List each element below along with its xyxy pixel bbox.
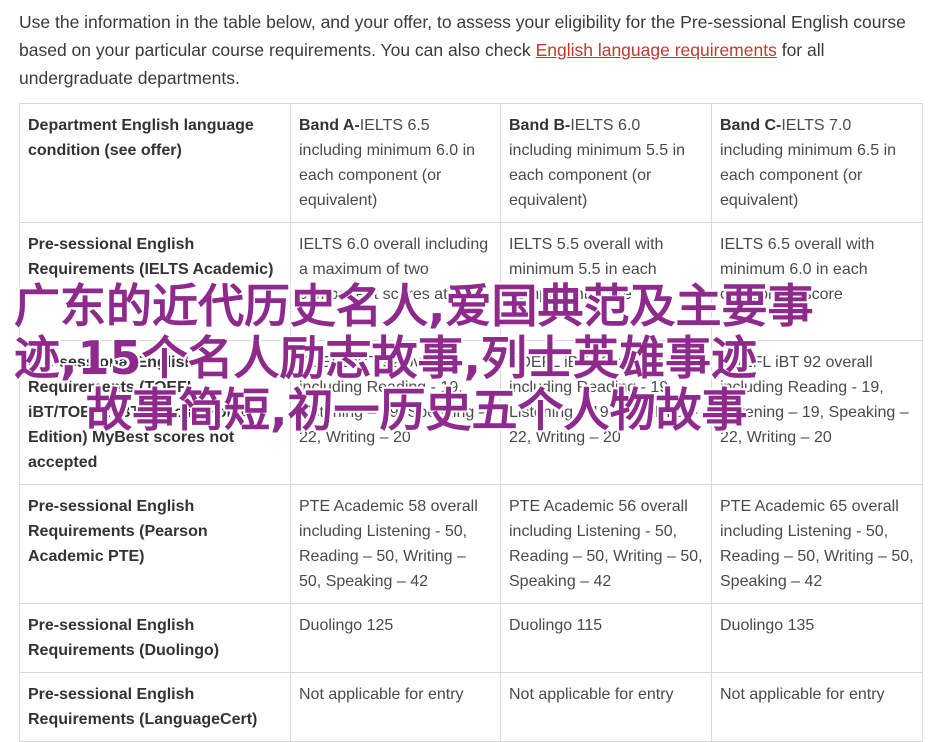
band-a-title: Band A- bbox=[299, 117, 360, 134]
table-cell: TOEFL iBT 82 overall including Reading -… bbox=[500, 340, 712, 485]
table-cell: PTE Academic 58 overall including Listen… bbox=[290, 484, 501, 604]
table-cell: IELTS 5.5 overall with minimum 5.5 in ea… bbox=[500, 222, 712, 341]
band-c-cell: Band C-IELTS 7.0 including minimum 6.5 i… bbox=[711, 103, 923, 223]
table-row: Pre-sessional English Requirements (Lang… bbox=[19, 672, 923, 742]
table-row: Pre-sessional English Requirements (Pear… bbox=[19, 484, 923, 604]
table-cell: IELTS 6.0 overall including a maximum of… bbox=[290, 222, 501, 341]
table-cell: TOEFL iBT 92 overall including Reading -… bbox=[290, 340, 501, 485]
table-row: Pre-sessional English Requirements (TOEF… bbox=[19, 340, 923, 485]
table-cell: Not applicable for entry bbox=[500, 672, 712, 742]
table-cell: PTE Academic 65 overall including Listen… bbox=[711, 484, 923, 604]
table-header-row: Department English language condition (s… bbox=[19, 103, 923, 223]
table-cell: Duolingo 125 bbox=[290, 603, 501, 673]
row-label-duolingo: Pre-sessional English Requirements (Duol… bbox=[19, 603, 291, 673]
header-label-cell: Department English language condition (s… bbox=[19, 103, 291, 223]
band-a-cell: Band A-IELTS 6.5 including minimum 6.0 i… bbox=[290, 103, 501, 223]
row-label-toefl: Pre-sessional English Requirements (TOEF… bbox=[19, 340, 291, 485]
row-label-ielts: Pre-sessional English Requirements (IELT… bbox=[19, 222, 291, 341]
table-row: Pre-sessional English Requirements (IELT… bbox=[19, 222, 923, 341]
table-cell: Duolingo 115 bbox=[500, 603, 712, 673]
requirements-table: Department English language condition (s… bbox=[19, 103, 923, 742]
intro-paragraph: Use the information in the table below, … bbox=[19, 8, 924, 92]
table-cell: Not applicable for entry bbox=[711, 672, 923, 742]
english-language-requirements-link[interactable]: English language requirements bbox=[536, 40, 777, 60]
row-label-pte: Pre-sessional English Requirements (Pear… bbox=[19, 484, 291, 604]
table-cell: PTE Academic 56 overall including Listen… bbox=[500, 484, 712, 604]
table-cell: IELTS 6.5 overall with minimum 6.0 in ea… bbox=[711, 222, 923, 341]
table-cell: Not applicable for entry bbox=[290, 672, 501, 742]
table-cell: Duolingo 135 bbox=[711, 603, 923, 673]
band-c-title: Band C- bbox=[720, 117, 782, 134]
band-b-title: Band B- bbox=[509, 117, 571, 134]
row-label-languagecert: Pre-sessional English Requirements (Lang… bbox=[19, 672, 291, 742]
table-row: Pre-sessional English Requirements (Duol… bbox=[19, 603, 923, 673]
table-cell: TOEFL iBT 92 overall including Reading -… bbox=[711, 340, 923, 485]
band-b-cell: Band B-IELTS 6.0 including minimum 5.5 i… bbox=[500, 103, 712, 223]
